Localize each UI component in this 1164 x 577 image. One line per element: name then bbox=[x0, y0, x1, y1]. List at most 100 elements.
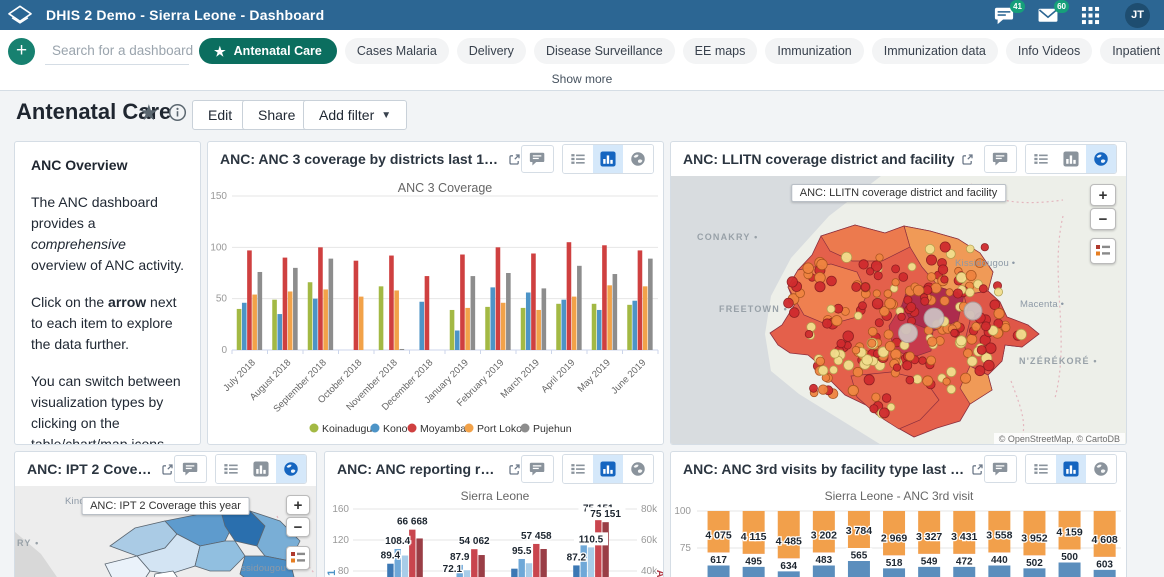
dashboard-chip-immunization-data[interactable]: Immunization data bbox=[872, 38, 998, 64]
new-dashboard-button[interactable]: + bbox=[8, 38, 35, 65]
info-icon[interactable] bbox=[168, 103, 187, 127]
svg-text:4 159: 4 159 bbox=[1056, 526, 1082, 538]
chart-view-button[interactable] bbox=[246, 455, 276, 483]
dashboard-chip-antenatal-care[interactable]: ★Antenatal Care bbox=[199, 38, 337, 64]
svg-text:Sierra Leone: Sierra Leone bbox=[461, 489, 530, 503]
svg-text:RY •: RY • bbox=[17, 538, 39, 548]
map-view-button[interactable] bbox=[623, 455, 653, 483]
llitn-map[interactable]: Kindia •CONAKRY •FREETOWN •Kissidougou •… bbox=[671, 176, 1126, 445]
svg-text:80: 80 bbox=[338, 566, 350, 577]
map-view-button[interactable] bbox=[623, 145, 653, 173]
svg-text:CONAKRY •: CONAKRY • bbox=[697, 232, 758, 242]
svg-text:60k: 60k bbox=[641, 535, 658, 546]
map-view-button[interactable] bbox=[1086, 455, 1116, 483]
dashboard-chip-info-videos[interactable]: Info Videos bbox=[1006, 38, 1092, 64]
svg-text:100: 100 bbox=[674, 506, 691, 517]
svg-text:March 2019: March 2019 bbox=[499, 357, 542, 400]
chip-label: Antenatal Care bbox=[234, 44, 322, 58]
svg-text:54 062: 54 062 bbox=[459, 536, 490, 547]
table-view-button[interactable] bbox=[216, 455, 246, 483]
zoom-in-button[interactable]: + bbox=[286, 495, 310, 515]
overview-p2-pre: Click on the bbox=[31, 294, 108, 310]
anc3rd-visits-chart: Sierra Leone - ANC 3rd visit100754 07561… bbox=[671, 486, 1127, 577]
dashboard-chip-cases-malaria[interactable]: Cases Malaria bbox=[345, 38, 449, 64]
svg-text:June 2019: June 2019 bbox=[609, 357, 648, 396]
zoom-out-button[interactable]: − bbox=[1090, 208, 1116, 230]
reporting-card-header: ANC: ANC reporting rate, cover... bbox=[325, 452, 663, 486]
zoom-out-button[interactable]: − bbox=[286, 517, 310, 537]
chart-view-button[interactable] bbox=[1056, 455, 1086, 483]
open-in-app-icon[interactable] bbox=[508, 463, 521, 476]
svg-text:3 784: 3 784 bbox=[846, 525, 872, 537]
svg-text:Axis 2: Axis 2 bbox=[654, 570, 664, 577]
share-button[interactable]: Share bbox=[242, 100, 311, 130]
dashboard-chip-immunization[interactable]: Immunization bbox=[765, 38, 863, 64]
apps-grid-icon[interactable] bbox=[1081, 5, 1103, 25]
table-view-button[interactable] bbox=[1026, 145, 1056, 173]
dashboards-bar: + Search for a dashboard ★Antenatal Care… bbox=[0, 30, 1164, 72]
messages-icon[interactable]: 41 bbox=[993, 5, 1015, 25]
comments-button[interactable] bbox=[984, 145, 1017, 173]
llitn-map-canvas[interactable]: Kindia •CONAKRY •FREETOWN •Kissidougou •… bbox=[671, 176, 1127, 445]
overview-paragraph-1: The ANC dashboard provides a comprehensi… bbox=[31, 192, 184, 276]
overview-title: ANC Overview bbox=[31, 155, 184, 176]
info-circle-icon bbox=[168, 103, 187, 122]
layers-button[interactable] bbox=[286, 546, 310, 570]
dashboard-chip-delivery[interactable]: Delivery bbox=[457, 38, 526, 64]
share-button-label: Share bbox=[258, 107, 295, 123]
dhis2-logo[interactable] bbox=[0, 0, 40, 30]
ipt2-map[interactable]: Kindia •RY •ssidougou • ANC: IPT 2 Cover… bbox=[15, 486, 316, 577]
dashboard-chip-disease-surveillance[interactable]: Disease Surveillance bbox=[534, 38, 675, 64]
ipt2-map-card: ANC: IPT 2 Coverage thi... Kindia •RY •s… bbox=[14, 451, 317, 577]
table-view-button[interactable] bbox=[1026, 455, 1056, 483]
llitn-card-title: ANC: LLITN coverage district and facilit… bbox=[683, 151, 955, 167]
map-view-button[interactable] bbox=[1086, 145, 1116, 173]
svg-text:108.4: 108.4 bbox=[385, 536, 410, 547]
svg-text:120: 120 bbox=[332, 535, 349, 546]
zoom-in-button[interactable]: + bbox=[1090, 184, 1116, 206]
app-title: DHIS 2 Demo - Sierra Leone - Dashboard bbox=[46, 7, 324, 23]
open-in-app-icon[interactable] bbox=[971, 463, 984, 476]
svg-text:0: 0 bbox=[221, 345, 227, 356]
svg-text:April 2019: April 2019 bbox=[539, 357, 577, 395]
comments-button[interactable] bbox=[984, 455, 1017, 483]
map-title-overlay: ANC: LLITN coverage district and facilit… bbox=[791, 184, 1006, 202]
dashboard-chip-inpatient-bmi-weight-and-height[interactable]: Inpatient BMI, Weight and Height bbox=[1100, 38, 1164, 64]
comments-button[interactable] bbox=[521, 455, 554, 483]
open-in-app-icon[interactable] bbox=[161, 463, 174, 476]
chip-label: Delivery bbox=[469, 44, 514, 58]
header-actions: 41 60 JT bbox=[993, 3, 1150, 28]
open-in-app-icon[interactable] bbox=[508, 153, 521, 166]
layers-button[interactable] bbox=[1090, 238, 1116, 264]
table-view-button[interactable] bbox=[563, 455, 593, 483]
add-filter-button[interactable]: Add filter▼ bbox=[303, 100, 407, 130]
dashboard-chip-ee-maps[interactable]: EE maps bbox=[683, 38, 758, 64]
open-in-app-icon[interactable] bbox=[961, 153, 974, 166]
svg-text:440: 440 bbox=[991, 555, 1008, 566]
mail-icon[interactable]: 60 bbox=[1037, 5, 1059, 25]
svg-text:4 485: 4 485 bbox=[776, 535, 802, 547]
svg-text:July 2018: July 2018 bbox=[221, 357, 258, 394]
table-view-button[interactable] bbox=[563, 145, 593, 173]
svg-text:3 202: 3 202 bbox=[811, 529, 837, 541]
comments-button[interactable] bbox=[521, 145, 554, 173]
dashboard-search[interactable]: Search for a dashboard bbox=[45, 38, 189, 65]
chart-view-button[interactable] bbox=[593, 455, 623, 483]
svg-text:75 151: 75 151 bbox=[590, 509, 621, 520]
chart-view-button[interactable] bbox=[593, 145, 623, 173]
comments-button[interactable] bbox=[174, 455, 207, 483]
chart-view-button[interactable] bbox=[1056, 145, 1086, 173]
anc3-coverage-card: ANC: ANC 3 coverage by districts last 12… bbox=[207, 141, 664, 445]
edit-button[interactable]: Edit bbox=[192, 100, 248, 130]
svg-text:75: 75 bbox=[680, 543, 692, 554]
overview-p1-pre: The ANC dashboard provides a bbox=[31, 194, 158, 231]
svg-text:3 327: 3 327 bbox=[916, 531, 942, 543]
svg-text:150: 150 bbox=[210, 191, 227, 202]
overview-paragraph-3: You can switch between visualization typ… bbox=[31, 371, 184, 445]
chip-label: Immunization bbox=[777, 44, 851, 58]
map-view-button[interactable] bbox=[276, 455, 306, 483]
add-filter-button-label: Add filter bbox=[319, 107, 374, 123]
user-avatar[interactable]: JT bbox=[1125, 3, 1150, 28]
star-dashboard-icon[interactable]: ★ bbox=[139, 100, 159, 126]
show-more-link[interactable]: Show more bbox=[0, 72, 1164, 91]
